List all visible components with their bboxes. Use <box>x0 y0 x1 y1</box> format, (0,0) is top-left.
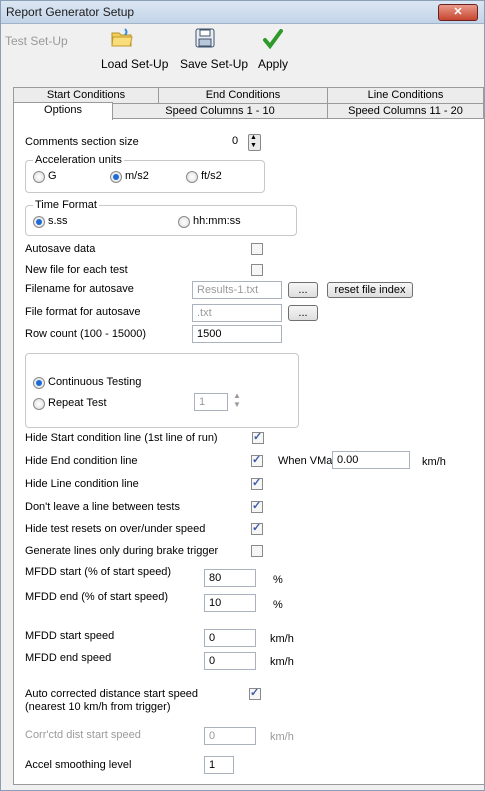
generate-lines-checkbox[interactable] <box>251 545 263 557</box>
save-setup-button[interactable]: Save Set-Up <box>179 24 248 76</box>
comments-size-value[interactable]: 0 <box>232 135 238 147</box>
autosave-label: Autosave data <box>25 243 96 255</box>
mfdd-end-speed-label: MFDD end speed <box>25 652 112 664</box>
accel-ms2-label: m/s2 <box>125 170 149 182</box>
load-setup-button[interactable]: Load Set-Up <box>99 24 168 76</box>
accel-fts2-label: ft/s2 <box>201 170 222 182</box>
filename-autosave-label: Filename for autosave <box>25 283 134 295</box>
accel-smoothing-input[interactable]: 1 <box>204 756 234 774</box>
apply-button[interactable]: Apply <box>255 24 291 76</box>
auto-corrected-label: Auto corrected distance start speed <box>25 688 199 700</box>
dont-leave-line-label: Don't leave a line between tests <box>25 501 180 513</box>
mfdd-end-speed-input[interactable]: 0 <box>204 652 256 670</box>
row-count-input[interactable]: 1500 <box>192 325 282 343</box>
autosave-checkbox[interactable] <box>251 243 263 255</box>
repeat-test-label: Repeat Test <box>48 397 107 409</box>
time-sss-radio[interactable] <box>33 216 45 228</box>
mfdd-start-speed-input[interactable]: 0 <box>204 629 256 647</box>
toolbar: Test Set-Up Load Set-Up Save Set-Up Appl… <box>1 24 484 80</box>
title-bar: Report Generator Setup ✕ <box>1 1 484 24</box>
mfdd-end-pct-unit: % <box>273 599 283 611</box>
corrected-dist-unit: km/h <box>270 731 294 743</box>
tab-speed-columns-1-10[interactable]: Speed Columns 1 - 10 <box>112 103 328 119</box>
accel-fts2-radio[interactable] <box>186 171 198 183</box>
filename-autosave-input[interactable]: Results-1.txt <box>192 281 282 299</box>
comments-size-label: Comments section size <box>25 136 139 148</box>
vmax-input[interactable]: 0.00 <box>332 451 410 469</box>
save-setup-label: Save Set-Up <box>180 57 249 71</box>
reset-file-index-button[interactable]: reset file index <box>327 282 413 298</box>
repeat-test-radio[interactable] <box>33 398 45 410</box>
filename-browse-button[interactable]: ... <box>288 282 318 298</box>
new-file-label: New file for each test <box>25 264 128 276</box>
hide-start-checkbox[interactable] <box>252 430 264 444</box>
mfdd-end-speed-unit: km/h <box>270 656 294 668</box>
tab-row-bottom: Options Speed Columns 1 - 10 Speed Colum… <box>13 102 484 120</box>
report-generator-window: Report Generator Setup ✕ Test Set-Up Loa… <box>0 0 485 791</box>
accel-ms2-radio[interactable] <box>110 171 122 183</box>
folder-icon <box>111 28 133 51</box>
time-sss-label: s.ss <box>48 215 68 227</box>
mfdd-start-pct-label: MFDD start (% of start speed) <box>25 566 172 578</box>
floppy-disk-icon <box>195 28 215 51</box>
time-hhmmss-radio[interactable] <box>178 216 190 228</box>
file-format-label: File format for autosave <box>25 306 141 318</box>
window-title: Report Generator Setup <box>6 5 135 19</box>
apply-label: Apply <box>258 57 289 71</box>
mfdd-start-speed-unit: km/h <box>270 633 294 645</box>
hide-start-label: Hide Start condition line (1st line of r… <box>25 432 218 444</box>
tab-speed-columns-11-20[interactable]: Speed Columns 11 - 20 <box>327 103 484 119</box>
repeat-spin-arrows-icon[interactable]: ▲ ▼ <box>233 391 241 409</box>
hide-line-checkbox[interactable] <box>251 476 263 490</box>
accel-smoothing-label: Accel smoothing level <box>25 759 132 771</box>
checkmark-icon <box>263 29 283 52</box>
options-panel: Comments section size 0 ▲ ▼ Acceleration … <box>13 118 485 785</box>
spin-arrows-icon: ▲ ▼ <box>250 134 257 149</box>
tab-start-conditions[interactable]: Start Conditions <box>13 87 159 103</box>
time-format-group: Time Format s.ss hh:mm:ss <box>25 199 297 236</box>
new-file-checkbox[interactable] <box>251 264 263 276</box>
hide-resets-label: Hide test resets on over/under speed <box>25 523 206 535</box>
generate-lines-label: Generate lines only during brake trigger <box>25 545 219 557</box>
file-format-browse-button[interactable]: ... <box>288 305 318 321</box>
tab-end-conditions[interactable]: End Conditions <box>158 87 328 103</box>
auto-corrected-sublabel: (nearest 10 km/h from trigger) <box>25 701 171 713</box>
test-setup-label: Test Set-Up <box>5 34 68 48</box>
mfdd-start-pct-input[interactable]: 80 <box>204 569 256 587</box>
hide-end-label: Hide End condition line <box>25 455 138 467</box>
continuous-testing-label: Continuous Testing <box>48 376 142 388</box>
dont-leave-line-checkbox[interactable] <box>251 499 263 513</box>
hide-line-label: Hide Line condition line <box>25 478 139 490</box>
mfdd-start-speed-label: MFDD start speed <box>25 630 115 642</box>
hide-resets-checkbox[interactable] <box>251 521 263 535</box>
repeat-test-input[interactable]: 1 <box>194 393 228 411</box>
file-format-input[interactable]: .txt <box>192 304 282 322</box>
vmax-unit-label: km/h <box>422 456 446 468</box>
testing-mode-group: Continuous Testing Repeat Test 1 ▲ ▼ <box>25 353 299 428</box>
continuous-testing-radio[interactable] <box>33 377 45 389</box>
load-setup-label: Load Set-Up <box>101 57 169 71</box>
tab-line-conditions[interactable]: Line Conditions <box>327 87 484 103</box>
accel-g-label: G <box>48 170 57 182</box>
accel-g-radio[interactable] <box>33 171 45 183</box>
acceleration-units-group: Acceleration units G m/s2 ft/s2 <box>25 154 265 193</box>
auto-corrected-checkbox[interactable] <box>249 686 261 700</box>
corrected-dist-label: Corr'ctd dist start speed <box>25 729 141 741</box>
acceleration-units-legend: Acceleration units <box>33 154 124 166</box>
mfdd-start-pct-unit: % <box>273 574 283 586</box>
time-hhmmss-label: hh:mm:ss <box>193 215 241 227</box>
time-format-legend: Time Format <box>33 199 99 211</box>
comments-size-stepper[interactable]: ▲ ▼ <box>248 134 261 151</box>
corrected-dist-input: 0 <box>204 727 256 745</box>
row-count-label: Row count (100 - 15000) <box>25 328 147 340</box>
close-button[interactable]: ✕ <box>438 4 478 21</box>
mfdd-end-pct-input[interactable]: 10 <box>204 594 256 612</box>
tab-row-top: Start Conditions End Conditions Line Con… <box>13 87 484 103</box>
mfdd-end-pct-label: MFDD end (% of start speed) <box>25 591 169 603</box>
hide-end-checkbox[interactable] <box>251 453 263 467</box>
tab-options[interactable]: Options <box>13 102 113 120</box>
